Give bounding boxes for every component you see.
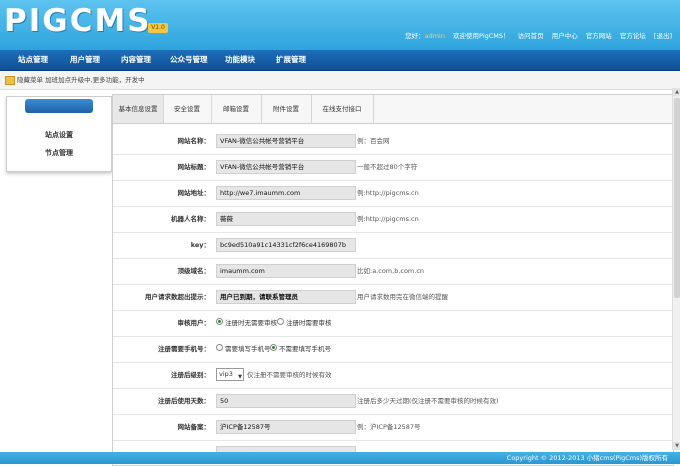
- logo: PIGCMS: [4, 3, 152, 39]
- link-official-site[interactable]: 官方网站: [586, 32, 612, 40]
- key-input[interactable]: bc9ed510a91c14331cf2f6ce4169807b: [216, 238, 356, 252]
- nav-account-management[interactable]: 公众号管理: [170, 50, 208, 70]
- label-phone-required: 注册需要手机号：: [158, 345, 210, 353]
- row-reg-days: 注册后使用天数： 50 注册后多少天过期(仅注册不需要审核的时候有效): [113, 388, 673, 415]
- review-option-yes: 注册时需要审核: [286, 319, 332, 327]
- tab-email[interactable]: 邮箱设置: [211, 95, 262, 123]
- hint-robot-name: 例:http://pigcms.cn: [357, 215, 419, 223]
- welcome-text: 欢迎使用PigCMS！: [453, 32, 510, 40]
- link-home[interactable]: 访问首页: [518, 32, 544, 40]
- phone-radio-yes[interactable]: [216, 344, 223, 351]
- link-user-center[interactable]: 用户中心: [552, 32, 578, 40]
- phone-option-no: 不需要填写手机号: [279, 345, 331, 353]
- nav-content-management[interactable]: 内容管理: [121, 50, 151, 70]
- reg-days-input[interactable]: 50: [216, 394, 356, 408]
- review-option-no: 注册时无需要审核: [225, 319, 277, 327]
- version-badge: V1.0: [148, 23, 168, 33]
- label-site-url: 网站地址：: [177, 189, 211, 197]
- label-review-user: 审核用户：: [177, 319, 211, 327]
- notice-text: 隐藏菜单 加班加点升级中,更多功能，开发中: [17, 76, 145, 84]
- copyright-text: Copyright © 2012-2013 小猪cms(PigCms)版权所有: [506, 454, 668, 462]
- label-reg-days: 注册后使用天数：: [158, 397, 210, 405]
- label-reg-level: 注册后级别：: [171, 371, 210, 379]
- row-robot-name: 机器人名称： 薇薇 例:http://pigcms.cn: [113, 206, 673, 233]
- chevron-down-icon: ▼: [238, 374, 242, 380]
- site-url-input[interactable]: http://we7.imaumm.com: [216, 186, 356, 200]
- row-key: key： bc9ed510a91c14331cf2f6ce4169807b: [113, 232, 673, 259]
- user-name[interactable]: admin: [425, 32, 445, 40]
- row-icp: 网站备案： 沪ICP备12587号 例：沪ICP备12587号: [113, 414, 673, 441]
- tab-attachment[interactable]: 附件设置: [261, 95, 312, 123]
- menu-toggle-icon[interactable]: [5, 76, 15, 85]
- row-expire-message: 用户请求数超出提示： 用户已到期，请联系管理员 用户请求数用完在微信端的提醒: [113, 284, 673, 311]
- row-top-domain: 顶级域名： imaumm.com 比如:a.com,b.com.cn: [113, 258, 673, 285]
- sidebar: 站点设置 节点管理: [6, 96, 112, 172]
- hint-site-name: 例：百会网: [357, 137, 390, 145]
- nav-site-management[interactable]: 站点管理: [18, 50, 48, 70]
- label-site-name: 网站名称：: [177, 137, 211, 145]
- hint-reg-level: 仅注册不需要审核的时候有效: [247, 371, 332, 379]
- row-site-name: 网站名称： VFAN-微信公共帐号营销平台 例：百会网: [113, 128, 673, 155]
- label-robot-name: 机器人名称：: [171, 215, 210, 223]
- label-icp: 网站备案：: [177, 423, 211, 431]
- phone-radio-no[interactable]: [270, 344, 277, 351]
- scroll-down-icon[interactable]: ▼: [673, 442, 680, 450]
- header: PIGCMS V1.0 您好：admin 欢迎使用PigCMS！ 访问首页 用户…: [0, 0, 680, 50]
- row-reg-level: 注册后级别： vip3 ▼ 仅注册不需要审核的时候有效: [113, 362, 673, 389]
- notice-bar: 隐藏菜单 加班加点升级中,更多功能，开发中: [0, 71, 680, 90]
- row-site-title: 网站标题： VFAN-微信公共帐号营销平台 一般不超过80个字符: [113, 154, 673, 181]
- row-phone-required: 注册需要手机号： 需要填写手机号 不需要填写手机号: [113, 336, 673, 363]
- icp-input[interactable]: 沪ICP备12587号: [216, 420, 356, 434]
- top-domain-input[interactable]: imaumm.com: [216, 264, 356, 278]
- nav-user-management[interactable]: 用户管理: [70, 50, 100, 70]
- nav-modules[interactable]: 功能模块: [225, 50, 255, 70]
- scroll-up-icon[interactable]: ▲: [673, 88, 680, 96]
- reg-level-value: vip3: [219, 370, 233, 378]
- scrollbar[interactable]: ▲ ▼: [672, 88, 680, 450]
- review-radio-no[interactable]: [216, 318, 223, 325]
- site-title-input[interactable]: VFAN-微信公共帐号营销平台: [216, 160, 356, 174]
- label-top-domain: 顶级域名：: [177, 267, 211, 275]
- logout-link[interactable]: [退出]: [654, 32, 672, 40]
- phone-option-yes: 需要填写手机号: [225, 345, 271, 353]
- link-forum[interactable]: 官方论坛: [620, 32, 646, 40]
- label-site-title: 网站标题：: [177, 163, 211, 171]
- tab-payment[interactable]: 在线支付接口: [311, 95, 374, 123]
- hint-site-title: 一般不超过80个字符: [357, 163, 418, 171]
- expire-message-input[interactable]: 用户已到期，请联系管理员: [216, 290, 356, 304]
- reg-level-select[interactable]: vip3 ▼: [216, 368, 244, 381]
- row-site-url: 网站地址： http://we7.imaumm.com 例:http://pig…: [113, 180, 673, 207]
- nav-extensions[interactable]: 扩展管理: [276, 50, 306, 70]
- sidebar-header: [25, 99, 93, 113]
- hint-expire-message: 用户请求数用完在微信端的提醒: [357, 293, 448, 301]
- robot-name-input[interactable]: 薇薇: [216, 212, 356, 226]
- greeting-text: 您好：: [405, 32, 425, 40]
- scroll-thumb[interactable]: [674, 98, 680, 298]
- tab-bar: 基本信息设置 安全设置 邮箱设置 附件设置 在线支付接口: [113, 95, 673, 124]
- tab-security[interactable]: 安全设置: [163, 95, 212, 123]
- hint-top-domain: 比如:a.com,b.com.cn: [357, 267, 425, 275]
- row-review-user: 审核用户： 注册时无需要审核 注册时需要审核: [113, 310, 673, 337]
- hint-site-url: 例:http://pigcms.cn: [357, 189, 419, 197]
- settings-panel: 基本信息设置 安全设置 邮箱设置 附件设置 在线支付接口 网站名称： VFAN-…: [112, 94, 674, 466]
- sidebar-item-site-settings[interactable]: 站点设置: [7, 130, 111, 140]
- footer: Copyright © 2012-2013 小猪cms(PigCms)版权所有: [0, 452, 680, 464]
- hint-icp: 例：沪ICP备12587号: [357, 423, 421, 431]
- label-key: key：: [190, 241, 210, 249]
- main-nav: 站点管理 用户管理 内容管理 公众号管理 功能模块 扩展管理: [0, 50, 680, 71]
- label-expire-message: 用户请求数超出提示：: [145, 293, 210, 301]
- sidebar-item-node-management[interactable]: 节点管理: [7, 148, 111, 158]
- top-links: 您好：admin 欢迎使用PigCMS！ 访问首页 用户中心 官方网站 官方论坛…: [405, 30, 672, 40]
- tab-basic-info[interactable]: 基本信息设置: [113, 95, 164, 123]
- site-name-input[interactable]: VFAN-微信公共帐号营销平台: [216, 134, 356, 148]
- review-radio-yes[interactable]: [277, 318, 284, 325]
- hint-reg-days: 注册后多少天过期(仅注册不需要审核的时候有效): [357, 397, 499, 405]
